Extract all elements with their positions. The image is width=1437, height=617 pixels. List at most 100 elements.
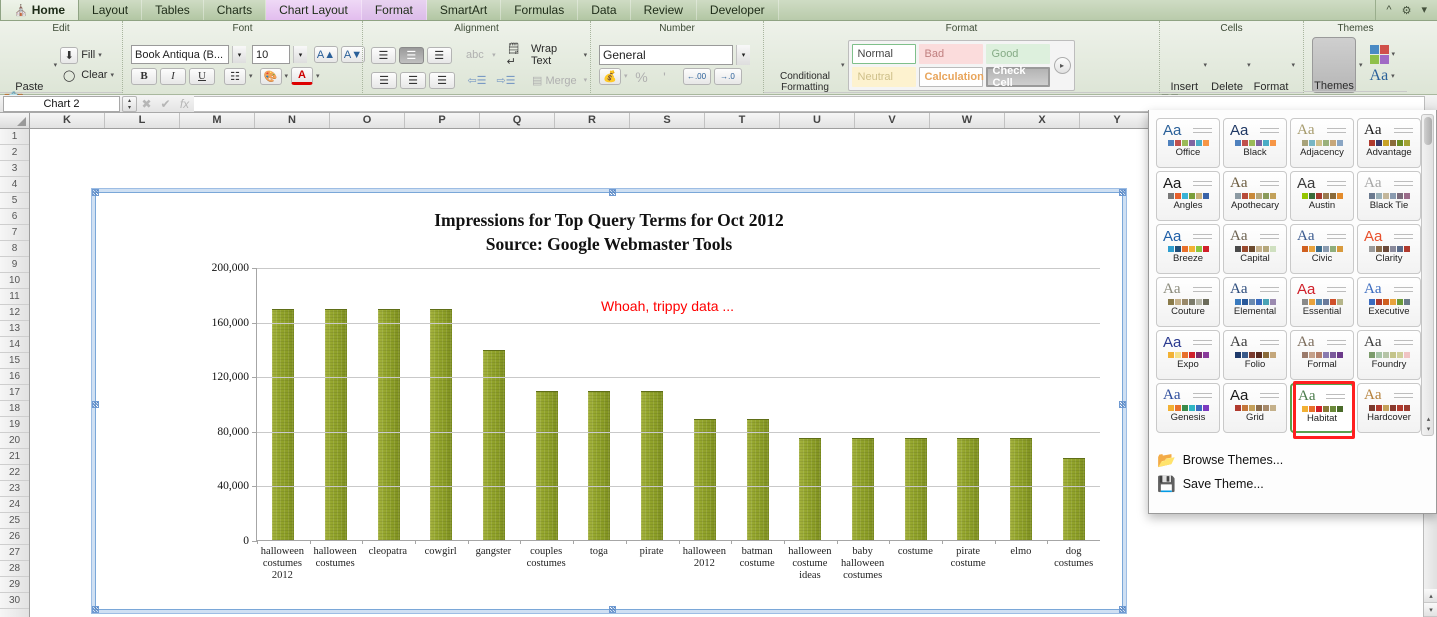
align-middle-icon[interactable]: ☰ <box>398 46 424 64</box>
row-header-6[interactable]: 6 <box>0 209 29 225</box>
row-header-29[interactable]: 29 <box>0 577 29 593</box>
row-header-3[interactable]: 3 <box>0 161 29 177</box>
column-header-R[interactable]: R <box>555 113 630 128</box>
column-header-T[interactable]: T <box>705 113 780 128</box>
row-header-1[interactable]: 1 <box>0 129 29 145</box>
chart-object[interactable]: Impressions for Top Query Terms for Oct … <box>92 189 1126 613</box>
increase-decimal-icon[interactable]: ←.00 <box>682 68 711 85</box>
delete-caret-icon[interactable]: ▾ <box>1247 62 1251 69</box>
font-family-input[interactable]: Book Antiqua (B... <box>131 45 229 64</box>
borders-caret-icon[interactable]: ▾ <box>249 73 253 80</box>
theme-card-breeze[interactable]: Aa Breeze <box>1156 224 1220 274</box>
theme-card-black[interactable]: Aa Black <box>1223 118 1287 168</box>
insert-caret-icon[interactable]: ▾ <box>1204 62 1208 69</box>
row-header-14[interactable]: 14 <box>0 337 29 353</box>
theme-card-formal[interactable]: Aa Formal <box>1290 330 1354 380</box>
borders-icon[interactable]: ☷ <box>224 67 246 85</box>
row-header-21[interactable]: 21 <box>0 449 29 465</box>
theme-card-foundry[interactable]: Aa Foundry <box>1357 330 1421 380</box>
themes-scrollbar[interactable]: ▴ ▾ <box>1421 114 1434 436</box>
theme-card-black-tie[interactable]: Aa Black Tie <box>1357 171 1421 221</box>
theme-card-austin[interactable]: Aa Austin <box>1290 171 1354 221</box>
conditional-formatting-button[interactable]: ▦ Conditional Formatting <box>764 37 1159 116</box>
theme-fonts-caret-icon[interactable]: ▾ <box>1391 73 1395 80</box>
name-box-spinner[interactable]: ▴ ▾ <box>122 95 137 112</box>
number-format-input[interactable]: General <box>599 44 733 65</box>
column-header-S[interactable]: S <box>630 113 705 128</box>
row-header-24[interactable]: 24 <box>0 497 29 513</box>
row-header-13[interactable]: 13 <box>0 321 29 337</box>
theme-card-genesis[interactable]: Aa Genesis <box>1156 383 1220 433</box>
conditional-caret-icon[interactable]: ▾ <box>841 62 845 69</box>
chart-bar[interactable] <box>483 350 506 540</box>
themes-gallery-popup[interactable]: Aa Office Aa Black Aa Adjacency Aa Advantage Aa A… <box>1148 110 1437 514</box>
chart-bar[interactable] <box>377 308 400 540</box>
fill-color-icon[interactable]: 🎨 <box>259 67 282 85</box>
align-right-icon[interactable]: ☰ <box>429 72 455 89</box>
column-header-L[interactable]: L <box>105 113 180 128</box>
style-good[interactable]: Good <box>985 43 1050 64</box>
italic-button[interactable]: I <box>160 67 186 85</box>
themes-scroll-up-icon[interactable]: ▴ <box>1424 414 1433 423</box>
tab-data[interactable]: Data <box>578 0 631 20</box>
format-cells-button[interactable]: ▦ Format <box>1160 37 1303 116</box>
font-size-input[interactable]: 10 <box>252 45 290 64</box>
insert-cells-button[interactable]: ☷ Insert <box>1160 37 1303 116</box>
style-check-cell[interactable]: Check Cell <box>985 65 1050 89</box>
row-header-19[interactable]: 19 <box>0 417 29 433</box>
tab-developer[interactable]: Developer <box>696 0 779 20</box>
style-normal[interactable]: Normal <box>851 43 916 64</box>
font-size-dropdown-icon[interactable]: ▾ <box>293 46 307 63</box>
theme-card-capital[interactable]: Aa Capital <box>1223 224 1287 274</box>
theme-card-grid[interactable]: Aa Grid <box>1223 383 1287 433</box>
chart-bar[interactable] <box>851 437 874 540</box>
tab-format[interactable]: Format <box>361 0 427 20</box>
tab-review[interactable]: Review <box>630 0 697 20</box>
tab-smartart[interactable]: SmartArt <box>426 0 502 20</box>
tab-charts[interactable]: Charts <box>203 0 267 20</box>
style-calculation[interactable]: Calculation <box>918 66 984 87</box>
tab-formulas[interactable]: Formulas <box>501 0 579 20</box>
theme-card-folio[interactable]: Aa Folio <box>1223 330 1287 380</box>
row-header-2[interactable]: 2 <box>0 145 29 161</box>
row-header-7[interactable]: 7 <box>0 225 29 241</box>
gear-icon[interactable]: ⚙ <box>1402 4 1412 17</box>
row-header-30[interactable]: 30 <box>0 593 29 609</box>
themes-button[interactable]: Aa Themes <box>1304 37 1407 115</box>
theme-card-office[interactable]: Aa Office <box>1156 118 1220 168</box>
chart-title[interactable]: Impressions for Top Query Terms for Oct … <box>96 208 1122 256</box>
cancel-icon[interactable]: ✖ <box>137 97 156 111</box>
theme-card-expo[interactable]: Aa Expo <box>1156 330 1220 380</box>
clear-button[interactable]: ◯ Clear ▾ <box>60 67 114 84</box>
theme-card-civic[interactable]: Aa Civic <box>1290 224 1354 274</box>
theme-card-habitat[interactable]: Aa Habitat <box>1290 381 1355 439</box>
delete-cells-button[interactable]: ☷ Delete <box>1160 37 1303 116</box>
row-header-18[interactable]: 18 <box>0 401 29 417</box>
clear-caret-icon[interactable]: ▾ <box>110 72 114 79</box>
column-header-K[interactable]: K <box>30 113 105 128</box>
theme-colors-caret-icon[interactable]: ▾ <box>1392 51 1396 58</box>
column-header-O[interactable]: O <box>330 113 405 128</box>
wrap-text-button[interactable]: 🗒↵ Wrap Text <box>503 41 581 69</box>
theme-card-elemental[interactable]: Aa Elemental <box>1223 277 1287 327</box>
row-header-25[interactable]: 25 <box>0 513 29 529</box>
chart-bar[interactable] <box>535 391 558 540</box>
tab-tables[interactable]: Tables <box>142 0 204 20</box>
chart-bar[interactable] <box>746 418 769 540</box>
chart-bar[interactable] <box>641 391 664 540</box>
column-header-X[interactable]: X <box>1005 113 1080 128</box>
number-format-dropdown-icon[interactable]: ▾ <box>736 44 750 65</box>
wrap-caret-icon[interactable]: ▾ <box>584 52 588 59</box>
underline-button[interactable]: U <box>189 67 215 85</box>
fill-color-caret-icon[interactable]: ▾ <box>285 73 289 80</box>
chevron-up-icon[interactable]: ^ <box>1386 4 1391 16</box>
align-center-icon[interactable]: ☰ <box>400 72 426 89</box>
increase-indent-icon[interactable]: ⇨☰ <box>493 72 519 89</box>
select-all-corner[interactable] <box>0 113 30 128</box>
theme-card-executive[interactable]: Aa Executive <box>1357 277 1421 327</box>
function-icon[interactable]: fx <box>175 97 194 111</box>
chart-bar[interactable] <box>693 418 716 540</box>
column-header-Q[interactable]: Q <box>480 113 555 128</box>
row-header-22[interactable]: 22 <box>0 465 29 481</box>
row-header-11[interactable]: 11 <box>0 289 29 305</box>
